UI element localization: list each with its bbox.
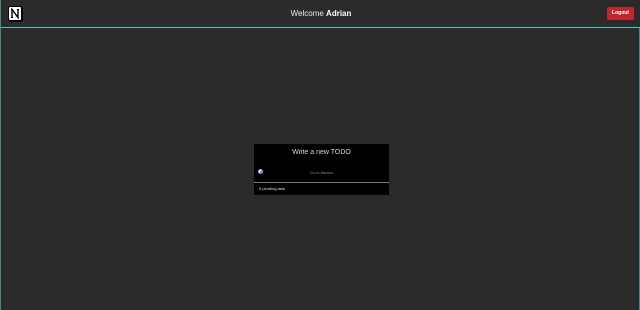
welcome-message: Welcome Adrian <box>1 9 640 18</box>
app-frame: Welcome Adrian Logout Write a new TODO 0… <box>0 0 640 310</box>
user-name: Adrian <box>326 9 352 18</box>
divider <box>254 182 389 183</box>
logout-button[interactable]: Logout <box>607 7 634 20</box>
pending-count: 0 pending task <box>259 186 286 191</box>
new-todo-input[interactable] <box>254 168 389 177</box>
welcome-prefix: Welcome <box>290 9 324 18</box>
top-header: Welcome Adrian Logout <box>1 0 640 28</box>
todo-card: Write a new TODO 0 pending task <box>254 144 389 195</box>
todo-title: Write a new TODO <box>292 149 351 156</box>
